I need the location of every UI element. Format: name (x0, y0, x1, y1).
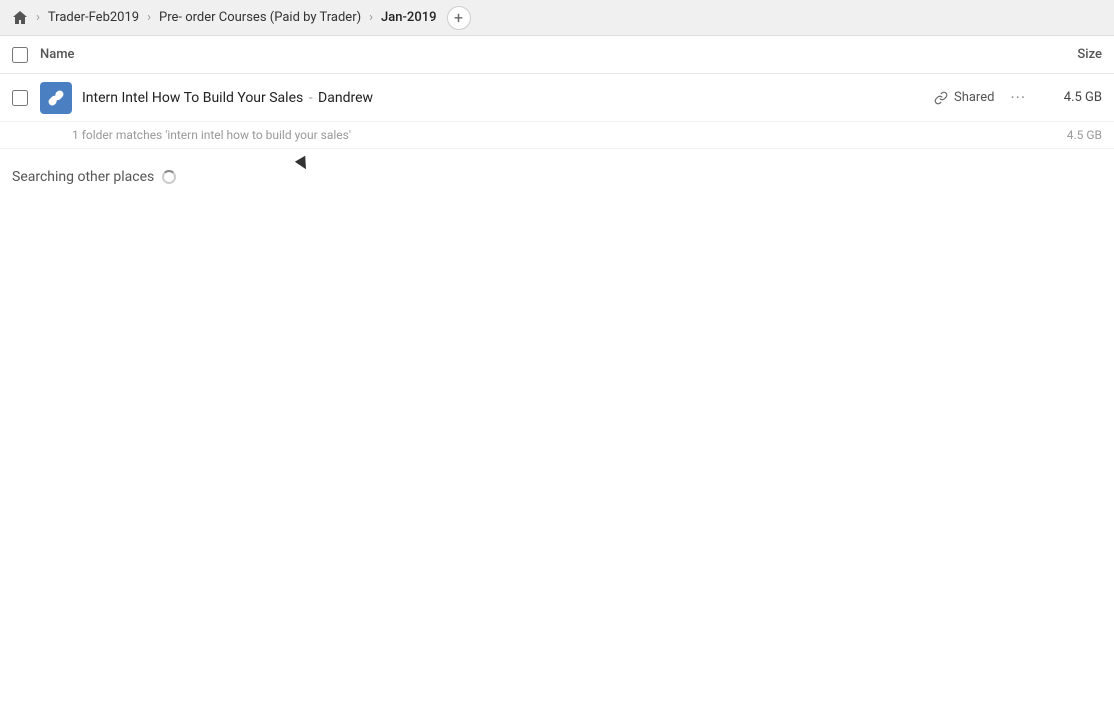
column-header: Name Size (0, 36, 1114, 74)
file-name-main: Intern Intel How To Build Your Sales (82, 90, 303, 106)
file-name: Intern Intel How To Build Your Sales - D… (82, 90, 934, 106)
searching-label: Searching other places (12, 169, 1102, 185)
folder-link-icon (40, 82, 72, 114)
match-size: 4.5 GB (1067, 128, 1102, 142)
file-row[interactable]: Intern Intel How To Build Your Sales - D… (0, 74, 1114, 122)
file-checkbox[interactable] (12, 90, 28, 106)
add-tab-button[interactable]: + (447, 6, 471, 30)
breadcrumb-separator-3: › (369, 10, 373, 25)
more-options-button[interactable]: ··· (1010, 88, 1026, 107)
select-all-checkbox[interactable] (12, 47, 28, 63)
searching-text: Searching other places (12, 169, 154, 185)
searching-section: Searching other places (0, 149, 1114, 205)
file-name-separator: - (305, 90, 316, 106)
breadcrumb-separator-2: › (147, 10, 151, 25)
shared-label: Shared (954, 90, 994, 105)
breadcrumb-separator-1: › (36, 10, 40, 25)
shared-badge: Shared (934, 90, 994, 105)
file-name-sub: Dandrew (318, 90, 373, 106)
file-size: 4.5 GB (1042, 90, 1102, 105)
home-button[interactable] (12, 10, 28, 26)
column-size-header: Size (1022, 47, 1102, 62)
breadcrumb-item-current[interactable]: Jan-2019 (377, 8, 440, 27)
match-info-text: 1 folder matches 'intern intel how to bu… (72, 128, 351, 142)
match-info-bar: 1 folder matches 'intern intel how to bu… (0, 122, 1114, 149)
loading-spinner (162, 170, 176, 184)
content-area: Name Size Intern Intel How To Build Your… (0, 36, 1114, 720)
column-name-header: Name (40, 47, 1022, 62)
breadcrumb-item-2[interactable]: Pre- order Courses (Paid by Trader) (155, 8, 365, 27)
breadcrumb-bar: › Trader-Feb2019 › Pre- order Courses (P… (0, 0, 1114, 36)
breadcrumb-item-1[interactable]: Trader-Feb2019 (44, 8, 143, 27)
